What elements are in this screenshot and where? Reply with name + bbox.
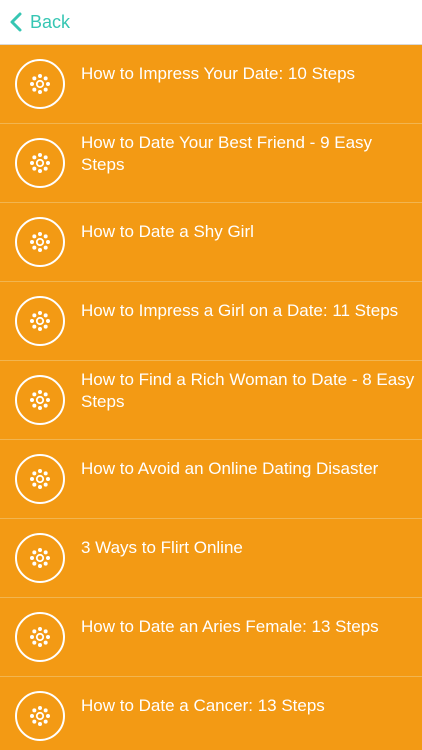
- navigation-bar: Back: [0, 0, 422, 45]
- back-label: Back: [30, 11, 71, 32]
- list-item[interactable]: How to Find a Rich Woman to Date - 8 Eas…: [0, 361, 422, 440]
- flower-dots-icon: [15, 533, 65, 583]
- list-item[interactable]: How to Date a Shy Girl: [0, 203, 422, 282]
- flower-dots-icon: [15, 138, 65, 188]
- list-item[interactable]: How to Date Your Best Friend - 9 Easy St…: [0, 124, 422, 203]
- list-item-title: How to Find a Rich Woman to Date - 8 Eas…: [81, 370, 415, 411]
- list-item[interactable]: How to Impress Your Date: 10 Steps: [0, 45, 422, 124]
- flower-dots-icon: [15, 217, 65, 267]
- flower-dots-icon: [15, 612, 65, 662]
- flower-dots-icon: [15, 296, 65, 346]
- flower-dots-icon: [15, 454, 65, 504]
- flower-dots-icon: [15, 375, 65, 425]
- list-item[interactable]: How to Avoid an Online Dating Disaster: [0, 440, 422, 519]
- list-item-title: How to Avoid an Online Dating Disaster: [81, 459, 379, 478]
- list-item-title: How to Date a Shy Girl: [81, 222, 254, 241]
- flower-dots-icon: [15, 691, 65, 741]
- list-item[interactable]: How to Date a Cancer: 13 Steps: [0, 677, 422, 750]
- list-item-title: How to Date Your Best Friend - 9 Easy St…: [81, 133, 373, 174]
- list-item-title: How to Impress Your Date: 10 Steps: [81, 64, 356, 83]
- article-list: How to Impress Your Date: 10 Steps How to…: [0, 45, 422, 750]
- list-item-title: How to Date a Cancer: 13 Steps: [81, 696, 325, 715]
- flower-dots-icon: [15, 59, 65, 109]
- list-item[interactable]: 3 Ways to Flirt Online: [0, 519, 422, 598]
- list-item-title: How to Date an Aries Female: 13 Steps: [81, 617, 379, 636]
- back-button[interactable]: Back: [6, 8, 70, 36]
- list-item-title: 3 Ways to Flirt Online: [81, 538, 243, 557]
- list-item[interactable]: How to Impress a Girl on a Date: 11 Step…: [0, 282, 422, 361]
- chevron-left-icon: [10, 12, 22, 32]
- list-item[interactable]: How to Date an Aries Female: 13 Steps: [0, 598, 422, 677]
- list-item-title: How to Impress a Girl on a Date: 11 Step…: [81, 301, 399, 320]
